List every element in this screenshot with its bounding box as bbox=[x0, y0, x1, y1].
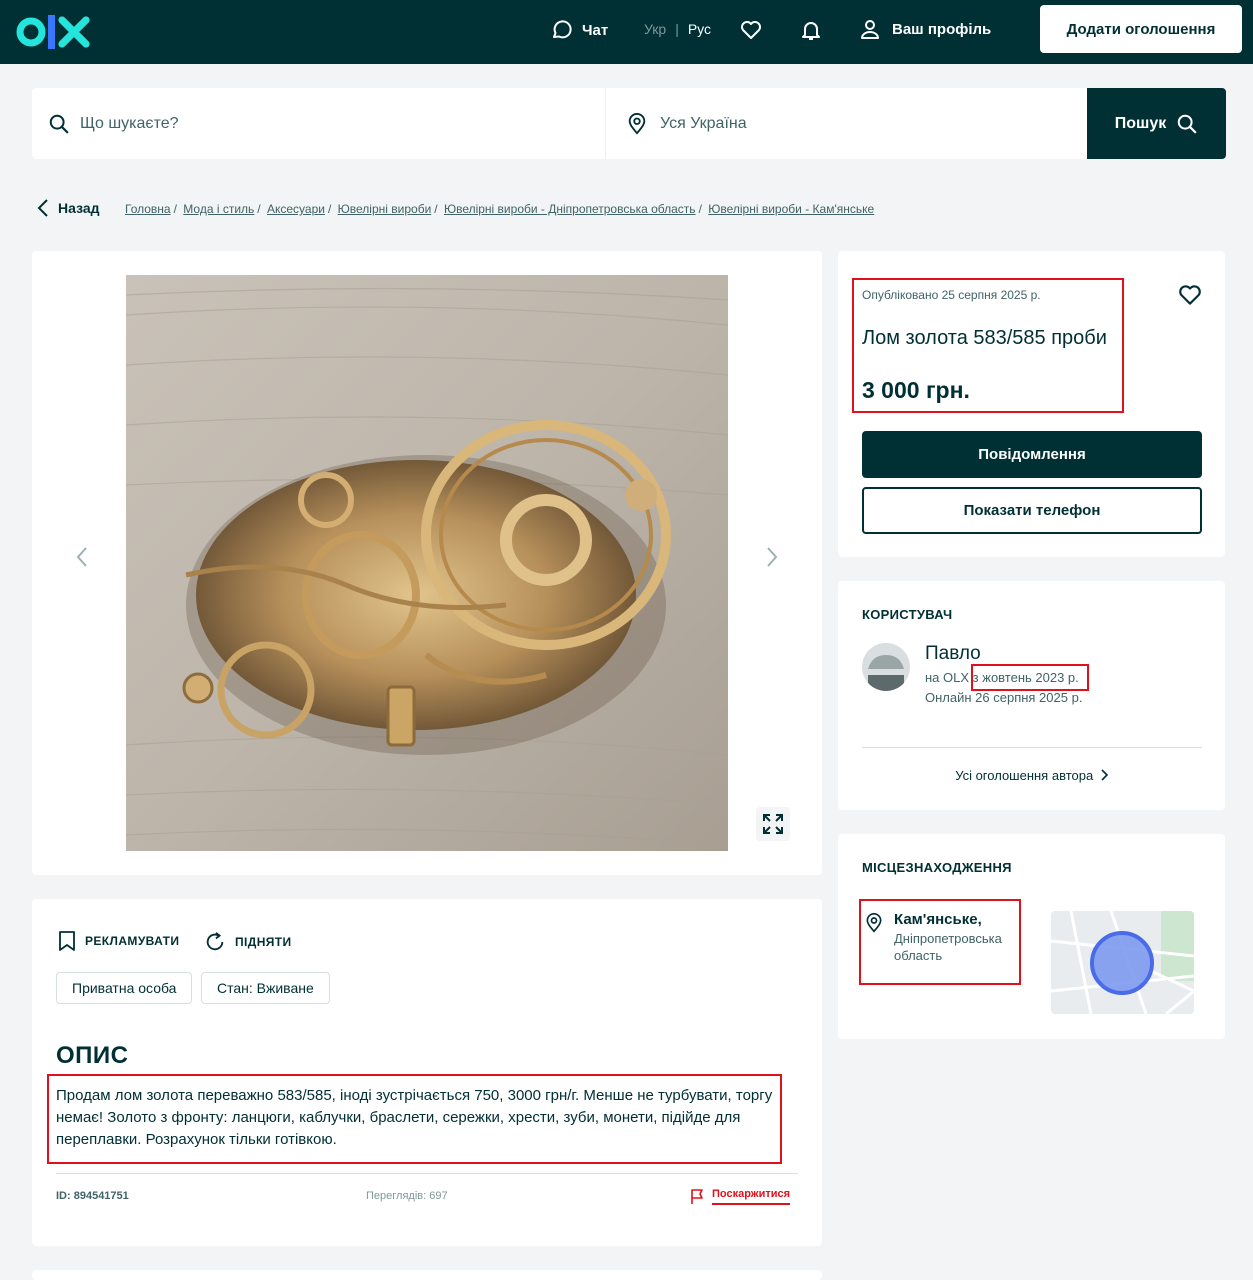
search-button-label: Пошук bbox=[1114, 114, 1167, 132]
view-count: Переглядів: 697 bbox=[366, 1190, 448, 1202]
all-ads-label: Усі оголошення автора bbox=[955, 768, 1094, 783]
pin-icon bbox=[628, 112, 646, 135]
message-button[interactable]: Повідомлення bbox=[862, 431, 1202, 478]
breadcrumb-separator: / bbox=[327, 202, 332, 216]
lang-separator: | bbox=[675, 21, 679, 37]
olx-logo[interactable] bbox=[16, 12, 92, 52]
chevron-left-icon bbox=[76, 547, 87, 567]
language-switcher: Укр | Рус bbox=[644, 21, 711, 37]
profile-link[interactable]: Ваш профіль bbox=[858, 17, 991, 41]
location-card: Місцезнаходження Кам'янське, Дніпропетро… bbox=[838, 834, 1225, 1039]
breadcrumb-item[interactable]: Ювелірні вироби - Дніпропетровська облас… bbox=[444, 202, 696, 216]
breadcrumb-item[interactable]: Головна bbox=[125, 202, 171, 216]
prev-image-button[interactable] bbox=[66, 541, 98, 573]
breadcrumb-separator: / bbox=[257, 202, 261, 216]
favorite-heart-icon[interactable] bbox=[1177, 282, 1203, 308]
search-placeholder: Що шукаєте? bbox=[80, 114, 179, 132]
promote-button[interactable]: РЕКЛАМУВАТИ bbox=[58, 931, 179, 951]
location-input[interactable]: Уся Україна bbox=[622, 88, 1086, 159]
raise-label: ПІДНЯТИ bbox=[235, 935, 292, 949]
breadcrumb-separator: / bbox=[434, 202, 438, 216]
search-bar: Що шукаєте? Уся Україна Пошук bbox=[32, 88, 1226, 159]
avatar-image bbox=[862, 643, 910, 691]
back-label: Назад bbox=[58, 200, 100, 216]
breadcrumb-separator: / bbox=[698, 202, 702, 216]
listing-photo[interactable] bbox=[126, 275, 728, 851]
breadcrumb-item[interactable]: Ювелірні вироби bbox=[338, 202, 432, 216]
chat-icon bbox=[553, 20, 572, 39]
user-section-title: Користувач bbox=[862, 607, 953, 622]
chevron-right-icon bbox=[767, 547, 778, 567]
tag-seller-type: Приватна особа bbox=[56, 972, 193, 1004]
lang-rus[interactable]: Рус bbox=[688, 21, 711, 37]
price-card: Опубліковано 25 серпня 2025 р. Лом золот… bbox=[838, 251, 1225, 557]
chevron-left-icon bbox=[37, 199, 48, 217]
highlight-box bbox=[47, 1074, 782, 1164]
breadcrumb-item[interactable]: Мода і стиль bbox=[183, 202, 254, 216]
description-title: ОПИС bbox=[56, 1042, 129, 1069]
member-since-prefix: на OLX bbox=[925, 670, 970, 685]
user-icon bbox=[861, 20, 879, 39]
breadcrumb-item[interactable]: Аксесуари bbox=[267, 202, 325, 216]
search-icon bbox=[1177, 114, 1197, 133]
highlight-box bbox=[971, 664, 1089, 691]
report-button[interactable]: Поскаржитися bbox=[690, 1188, 791, 1205]
add-ad-button[interactable]: Додати оголошення bbox=[1040, 5, 1242, 53]
chat-label: Чат bbox=[582, 21, 609, 39]
gallery-card bbox=[32, 251, 822, 875]
map-image bbox=[1051, 911, 1194, 1014]
online-status: Онлайн 26 серпня 2025 р. bbox=[925, 690, 1083, 705]
description-card: РЕКЛАМУВАТИ ПІДНЯТИ Приватна особа Стан:… bbox=[32, 899, 822, 1246]
expand-icon bbox=[763, 814, 783, 834]
gold-jewelry-image bbox=[126, 275, 728, 851]
chevron-right-icon bbox=[1101, 769, 1108, 781]
location-placeholder: Уся Україна bbox=[660, 114, 747, 132]
avatar[interactable] bbox=[862, 643, 910, 691]
search-button[interactable]: Пошук bbox=[1087, 88, 1226, 159]
divider bbox=[862, 747, 1202, 748]
heart-icon[interactable] bbox=[739, 18, 763, 42]
lang-ukr[interactable]: Укр bbox=[644, 21, 666, 37]
location-map[interactable] bbox=[1051, 911, 1194, 1014]
next-image-button[interactable] bbox=[756, 541, 788, 573]
breadcrumb-item[interactable]: Ювелірні вироби - Кам'янське bbox=[708, 202, 874, 216]
back-link[interactable]: Назад bbox=[36, 198, 100, 218]
bookmark-icon bbox=[59, 931, 75, 951]
all-author-ads-link[interactable]: Усі оголошення автора bbox=[838, 768, 1226, 783]
tag-condition: Стан: Вживане bbox=[201, 972, 330, 1004]
chat-link[interactable]: Чат bbox=[550, 18, 608, 42]
breadcrumb: Головна / Мода і стиль / Аксесуари / Ювелір… bbox=[125, 202, 874, 216]
user-name: Павло bbox=[925, 643, 981, 664]
divider bbox=[56, 1173, 798, 1174]
search-input[interactable]: Що шукаєте? bbox=[32, 88, 606, 159]
ad-id: ID: 894541751 bbox=[56, 1190, 129, 1202]
user-card: Користувач Павло на OLX з жовтень 2023 р… bbox=[838, 581, 1225, 810]
next-card bbox=[32, 1270, 822, 1280]
location-section-title: Місцезнаходження bbox=[862, 860, 1012, 875]
highlight-box bbox=[852, 278, 1124, 413]
fullscreen-button[interactable] bbox=[756, 807, 790, 841]
refresh-icon bbox=[206, 932, 224, 951]
profile-label: Ваш профіль bbox=[892, 20, 992, 38]
raise-button[interactable]: ПІДНЯТИ bbox=[204, 931, 292, 953]
bell-icon[interactable] bbox=[799, 18, 823, 42]
show-phone-button[interactable]: Показати телефон bbox=[862, 487, 1202, 534]
report-label: Поскаржитися bbox=[712, 1188, 791, 1205]
top-navigation-bar: Чат Укр | Рус Ваш профіль Додати оголоше… bbox=[0, 0, 1253, 64]
promote-label: РЕКЛАМУВАТИ bbox=[85, 934, 180, 948]
breadcrumb-separator: / bbox=[173, 202, 177, 216]
flag-icon bbox=[691, 1188, 703, 1204]
highlight-box bbox=[859, 899, 1021, 985]
search-icon bbox=[49, 114, 69, 133]
